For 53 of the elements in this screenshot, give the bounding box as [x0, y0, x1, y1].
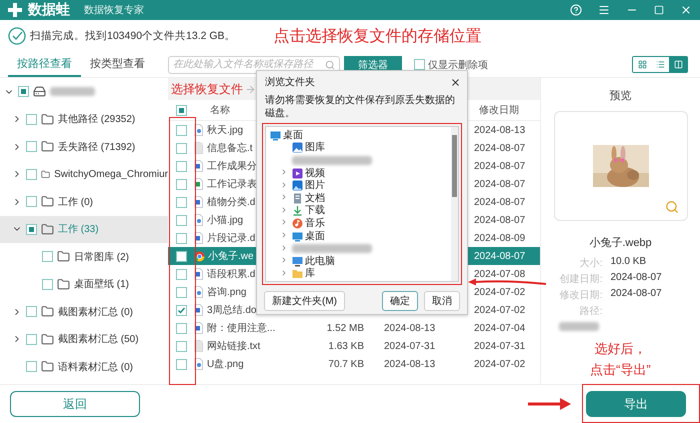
file-name: 网站链接.txt	[207, 340, 260, 353]
property-value: 2024-08-07	[610, 272, 663, 285]
checkbox-label: 仅显示删除项	[428, 58, 488, 72]
property-label: 路径:	[578, 305, 602, 318]
created-date: 2024-07-31	[383, 340, 436, 352]
file-name: 附：使用注意...	[207, 322, 276, 335]
file-name: 小兔子.we	[208, 250, 254, 263]
preview-title: 预览	[610, 89, 632, 103]
created-date: 2024-08-13	[383, 322, 436, 334]
modified-date: 2024-07-02	[473, 286, 526, 298]
preview-file-name: 小兔子.webp	[589, 236, 652, 250]
property-label: 大小:	[578, 256, 602, 270]
file-name: 植物分类.d	[207, 196, 256, 209]
annotation-text: 选择恢复文件	[171, 80, 243, 98]
property-value: 2024-08-07	[610, 288, 663, 301]
created-date: 2024-08-13	[383, 358, 436, 370]
modified-date: 2024-08-09	[473, 232, 526, 244]
modified-date: 2024-08-13	[473, 124, 526, 136]
modified-date: 2024-08-07	[473, 142, 526, 154]
property-label: 修改日期:	[558, 288, 602, 302]
file-name: U盘.png	[207, 358, 244, 371]
file-size: 1.63 KB	[327, 340, 364, 352]
dialog-title: 浏览文件夹	[265, 76, 315, 89]
modified-date: 2024-07-31	[473, 340, 526, 352]
file-size: 70.7 KB	[327, 358, 364, 370]
modified-date: 2024-08-07	[473, 214, 526, 226]
annotation-text: 点击选择恢复文件的存储位置	[274, 26, 482, 46]
modified-date: 2024-07-08	[473, 268, 526, 280]
file-name: 工作成果分	[207, 160, 257, 173]
app-name: 数据蛙	[28, 1, 70, 19]
annotation-text: 选好后，	[594, 340, 646, 358]
modified-date: 2024-07-04	[473, 322, 526, 334]
modified-date: 2024-07-02	[473, 304, 526, 316]
property-label: 创建日期:	[558, 272, 602, 286]
modified-date: 2024-08-07	[473, 160, 526, 172]
scan-status: 扫描完成。找到103490个文件共13.2 GB。	[30, 29, 236, 43]
file-name: 咨询.png	[207, 286, 246, 299]
dialog-message: 请勿将需要恢复的文件保存到原丢失数据的磁盘。	[264, 94, 456, 120]
file-name: 小猫.jpg	[207, 214, 244, 227]
modified-date: 2024-08-07	[473, 196, 526, 208]
modified-date: 2024-08-07	[473, 250, 526, 262]
property-value: 10.0 KB	[610, 256, 648, 269]
annotation-text: 点击“导出”	[590, 361, 651, 379]
file-name: 语段积累.d	[207, 268, 256, 281]
modified-date: 2024-07-02	[473, 358, 526, 370]
file-size: 1.52 MB	[326, 322, 364, 334]
modified-date: 2024-08-07	[473, 178, 526, 190]
app-subtitle: 数据恢复专家	[84, 4, 144, 17]
file-name: 3周总结.do	[207, 304, 256, 317]
file-name: 工作记录表	[207, 178, 257, 191]
file-name: 信息备忘.t	[207, 142, 253, 155]
file-name: 秋天.jpg	[207, 124, 244, 137]
file-name: 片段记录.d	[207, 232, 256, 245]
